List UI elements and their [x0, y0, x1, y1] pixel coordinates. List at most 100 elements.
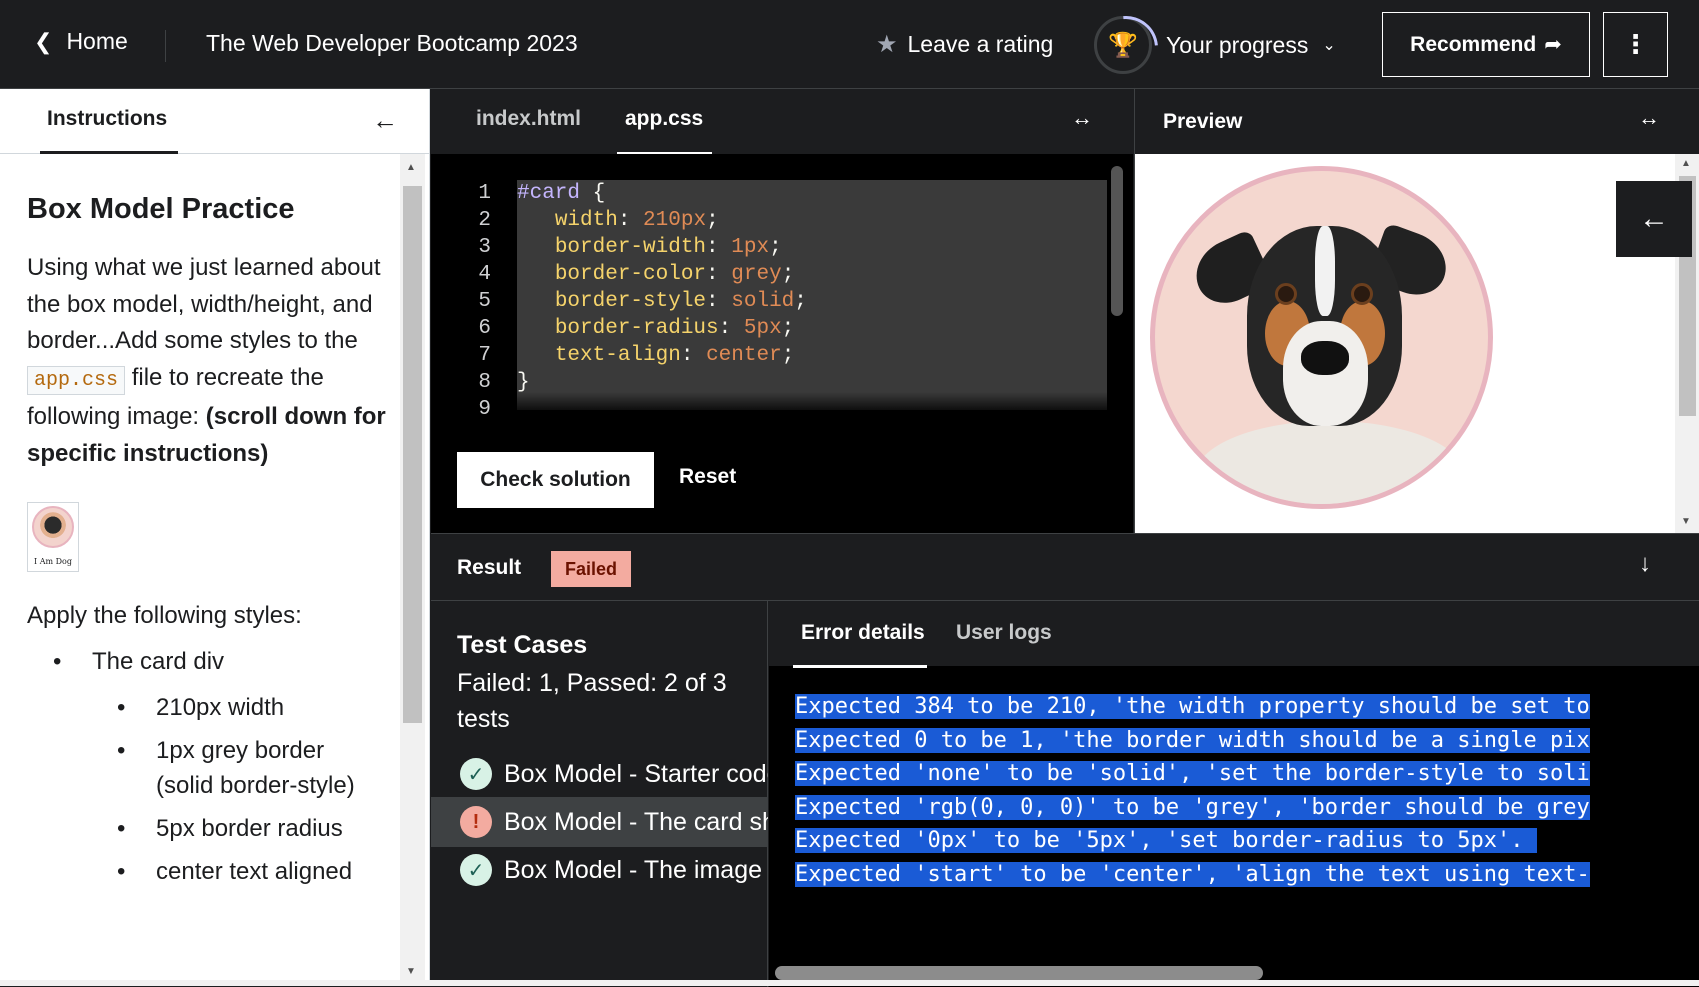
- css-property: border-radius: [554, 317, 719, 340]
- example-dog-thumbnail: [32, 506, 74, 548]
- code-area[interactable]: 1 2 3 4 5 6 7 8 9 #card { width: 210px; …: [431, 154, 1133, 424]
- dog-eye-right: [1351, 283, 1373, 305]
- css-value: solid: [731, 290, 795, 313]
- scroll-up-icon[interactable]: ▲: [406, 162, 416, 173]
- collapse-arrow-icon[interactable]: ←: [372, 105, 398, 136]
- tab-index-html[interactable]: index.html: [476, 107, 581, 131]
- code-line: width: 210px;: [554, 209, 719, 232]
- css-property: width: [554, 209, 618, 232]
- css-value: center: [706, 344, 782, 367]
- scroll-down-icon[interactable]: ▼: [1681, 516, 1691, 527]
- line-number: 1: [478, 182, 491, 205]
- recommend-button[interactable]: Recommend ➦: [1382, 12, 1590, 77]
- line-number: 2: [478, 209, 491, 232]
- tab-instructions[interactable]: Instructions: [39, 107, 179, 154]
- top-bar: ❮ Home The Web Developer Bootcamp 2023 ★…: [0, 0, 1699, 89]
- line-number: 4: [478, 263, 491, 286]
- code-line: border-radius: 5px;: [554, 317, 795, 340]
- css-value: 5px: [743, 317, 782, 340]
- code-line: #card {: [517, 180, 1107, 207]
- more-options-button[interactable]: ⋮: [1603, 12, 1668, 77]
- test-case-item[interactable]: ✓ Box Model - The image: [431, 845, 768, 895]
- error-line: Expected 'start' to be 'center', 'align …: [795, 858, 1653, 892]
- intro-text: Using what we just learned about the box…: [27, 254, 381, 354]
- list-item: 1px grey border (solid border-style): [91, 733, 387, 803]
- instructions-intro: Using what we just learned about the box…: [27, 250, 387, 472]
- scrollbar-thumb[interactable]: [403, 186, 422, 723]
- check-circle-icon: ✓: [460, 758, 492, 790]
- horizontal-scrollbar[interactable]: [775, 966, 1263, 980]
- list-item: 210px width: [91, 690, 387, 725]
- instructions-panel: Instructions ← Box Model Practice Using …: [0, 89, 430, 986]
- error-output[interactable]: Expected 384 to be 210, 'the width prope…: [795, 690, 1653, 891]
- arrow-down-icon[interactable]: ↓: [1639, 550, 1651, 578]
- editor-scrollbar[interactable]: [1111, 166, 1123, 316]
- test-case-item[interactable]: ✓ Box Model - Starter code: [431, 749, 768, 799]
- test-case-label: Box Model - The card should: [504, 807, 768, 836]
- brace: }: [517, 371, 530, 394]
- apply-label: Apply the following styles:: [27, 602, 302, 629]
- error-line: Expected 384 to be 210, 'the width prope…: [795, 690, 1653, 724]
- preview-title: Preview: [1163, 110, 1243, 133]
- brace: {: [592, 182, 606, 205]
- reset-button[interactable]: Reset: [679, 465, 736, 489]
- check-circle-icon: ✓: [460, 854, 492, 886]
- home-link[interactable]: ❮ Home: [34, 28, 128, 55]
- line-number: 6: [478, 317, 491, 340]
- error-circle-icon: !: [460, 806, 492, 838]
- code-line: border-style: solid;: [554, 290, 807, 313]
- tab-user-logs[interactable]: User logs: [956, 621, 1052, 645]
- error-pane: Error details User logs Expected 384 to …: [769, 601, 1699, 987]
- dog-image: [1150, 166, 1493, 509]
- rating-label: Leave a rating: [907, 31, 1054, 57]
- progress-label: Your progress: [1166, 31, 1309, 58]
- error-line: Expected 'rgb(0, 0, 0)' to be 'grey', 'b…: [795, 791, 1653, 825]
- recommend-label: Recommend: [1410, 32, 1537, 56]
- error-text: Expected 'rgb(0, 0, 0)' to be 'grey', 'b…: [795, 794, 1590, 820]
- test-case-item[interactable]: ! Box Model - The card should: [431, 797, 768, 847]
- leave-rating-button[interactable]: ★ Leave a rating: [876, 30, 1053, 59]
- line-number: 7: [478, 344, 491, 367]
- error-text: Expected 'none' to be 'solid', 'set the …: [795, 761, 1590, 786]
- trophy-icon: 🏆: [1094, 16, 1152, 74]
- preview-header: Preview ↔: [1135, 89, 1699, 154]
- error-tabs: Error details User logs: [769, 601, 1699, 668]
- bottom-strip: [0, 980, 1699, 986]
- instructions-scrollbar[interactable]: ▲ ▼: [400, 154, 425, 986]
- sub-list: 210px width 1px grey border (solid borde…: [92, 690, 387, 889]
- check-solution-button[interactable]: Check solution: [457, 452, 654, 508]
- chevron-left-icon: ❮: [34, 28, 53, 54]
- test-cases-summary: Failed: 1, Passed: 2 of 3 tests: [457, 669, 727, 733]
- list-item: 5px border radius: [91, 811, 387, 846]
- list-item-label: The card div: [92, 648, 225, 675]
- expand-preview-icon[interactable]: ↔: [1638, 105, 1660, 131]
- css-property: border-width: [554, 236, 707, 259]
- tab-app-css[interactable]: app.css: [616, 107, 713, 155]
- arrow-left-icon[interactable]: ←: [1616, 181, 1692, 257]
- course-title[interactable]: The Web Developer Bootcamp 2023: [206, 30, 578, 57]
- scroll-down-icon[interactable]: ▼: [406, 966, 416, 977]
- instructions-content: Box Model Practice Using what we just le…: [27, 193, 387, 897]
- code-text[interactable]: #card { width: 210px; border-width: 1px;…: [517, 180, 1107, 410]
- chevron-down-icon: ⌄: [1322, 37, 1336, 54]
- list-item: center text aligned: [91, 854, 387, 889]
- error-line: Expected 0 to be 1, 'the border width sh…: [795, 724, 1653, 758]
- test-cases-title: Test Cases: [457, 631, 588, 659]
- editor-tabs: index.html app.css ↔: [431, 89, 1133, 155]
- progress-dropdown[interactable]: 🏆 Your progress ⌄: [1094, 16, 1336, 74]
- expand-editor-icon[interactable]: ↔: [1071, 105, 1093, 131]
- css-value: 210px: [643, 209, 707, 232]
- example-image: I Am Dog: [27, 502, 79, 572]
- error-text: Expected 0 to be 1, 'the border width sh…: [795, 727, 1590, 753]
- styles-list: The card div 210px width 1px grey border…: [27, 646, 387, 889]
- css-property: text-align: [554, 344, 681, 367]
- tab-error-details[interactable]: Error details: [793, 621, 927, 668]
- divider: [165, 30, 166, 62]
- error-text: Expected 384 to be 210, 'the width prope…: [795, 694, 1590, 719]
- result-panel: Result Failed ↓ Test Cases Failed: 1, Pa…: [431, 533, 1699, 987]
- error-line: Expected '0px' to be '5px', 'set border-…: [795, 824, 1653, 858]
- css-property: border-style: [554, 290, 707, 313]
- scroll-up-icon[interactable]: ▲: [1681, 158, 1691, 169]
- dog-chest: [1195, 421, 1465, 504]
- dog-blaze: [1315, 226, 1335, 316]
